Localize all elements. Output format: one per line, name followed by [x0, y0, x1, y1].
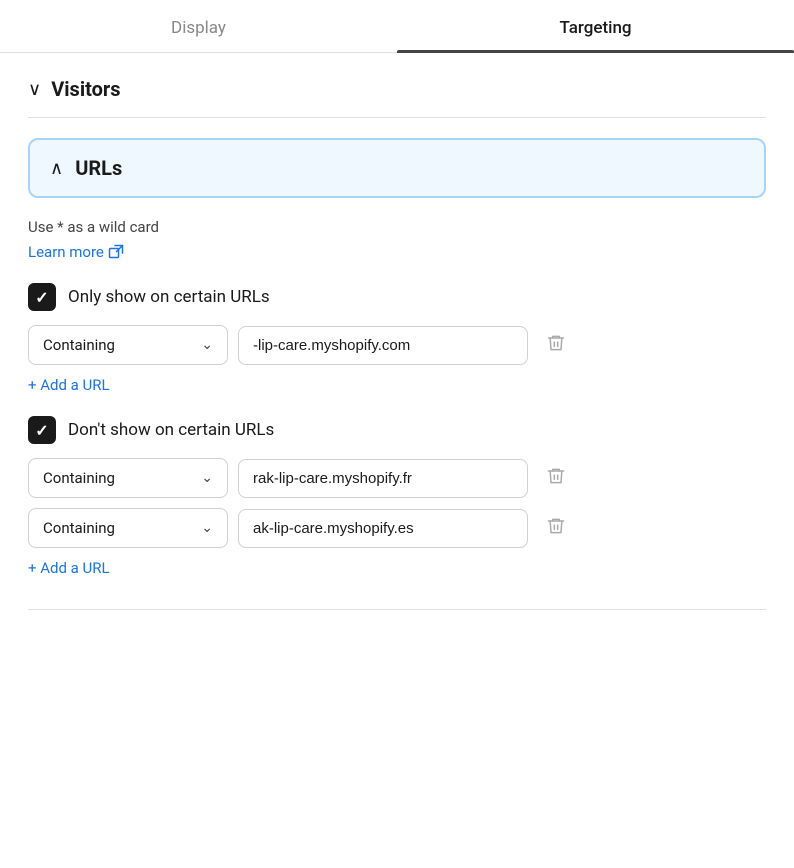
visitors-divider: [28, 117, 766, 118]
dont-show-url-input-0[interactable]: [238, 459, 528, 498]
only-show-checkbox-row: ✓ Only show on certain URLs: [28, 283, 766, 311]
dropdown-arrow-icon: ⌄: [201, 337, 213, 353]
dont-show-delete-button-1[interactable]: [538, 510, 574, 546]
urls-section-box[interactable]: ∧ URLs: [28, 138, 766, 198]
trash-icon: [546, 516, 566, 540]
dont-show-checkbox-row: ✓ Don't show on certain URLs: [28, 416, 766, 444]
dont-show-url-row-0: Containing ⌄: [28, 458, 766, 498]
external-link-icon: [108, 244, 124, 260]
urls-chevron-icon: ∧: [50, 158, 63, 179]
main-content: ∨ Visitors ∧ URLs Use * as a wild card L…: [0, 53, 794, 634]
urls-section-title: URLs: [75, 156, 122, 180]
only-show-label: Only show on certain URLs: [68, 287, 270, 307]
only-show-add-url-link[interactable]: + Add a URL: [28, 376, 110, 394]
only-show-dropdown-0[interactable]: Containing ⌄: [28, 325, 228, 365]
dont-show-dropdown-1[interactable]: Containing ⌄: [28, 508, 228, 548]
dont-show-url-row-1: Containing ⌄: [28, 508, 766, 548]
only-show-checkbox[interactable]: ✓: [28, 283, 56, 311]
only-show-check-icon: ✓: [35, 288, 48, 307]
wildcard-description: Use * as a wild card: [28, 218, 766, 236]
tab-targeting[interactable]: Targeting: [397, 0, 794, 52]
tab-bar: Display Targeting: [0, 0, 794, 53]
only-show-url-row-0: Containing ⌄: [28, 325, 766, 365]
learn-more-link[interactable]: Learn more: [28, 243, 124, 261]
dropdown-arrow-icon: ⌄: [201, 470, 213, 486]
dont-show-delete-button-0[interactable]: [538, 460, 574, 496]
dont-show-check-icon: ✓: [35, 421, 48, 440]
visitors-section-header[interactable]: ∨ Visitors: [28, 77, 766, 101]
only-show-delete-button-0[interactable]: [538, 327, 574, 363]
tab-display[interactable]: Display: [0, 0, 397, 52]
trash-icon: [546, 333, 566, 357]
visitors-section-title: Visitors: [51, 77, 120, 101]
dont-show-checkbox[interactable]: ✓: [28, 416, 56, 444]
dropdown-arrow-icon: ⌄: [201, 520, 213, 536]
only-show-url-input-0[interactable]: [238, 326, 528, 365]
dont-show-label: Don't show on certain URLs: [68, 420, 274, 440]
visitors-chevron-icon: ∨: [28, 79, 41, 100]
dont-show-dropdown-0[interactable]: Containing ⌄: [28, 458, 228, 498]
dont-show-add-url-link[interactable]: + Add a URL: [28, 559, 110, 577]
dont-show-url-input-1[interactable]: [238, 509, 528, 548]
bottom-divider: [28, 609, 766, 610]
trash-icon: [546, 466, 566, 490]
